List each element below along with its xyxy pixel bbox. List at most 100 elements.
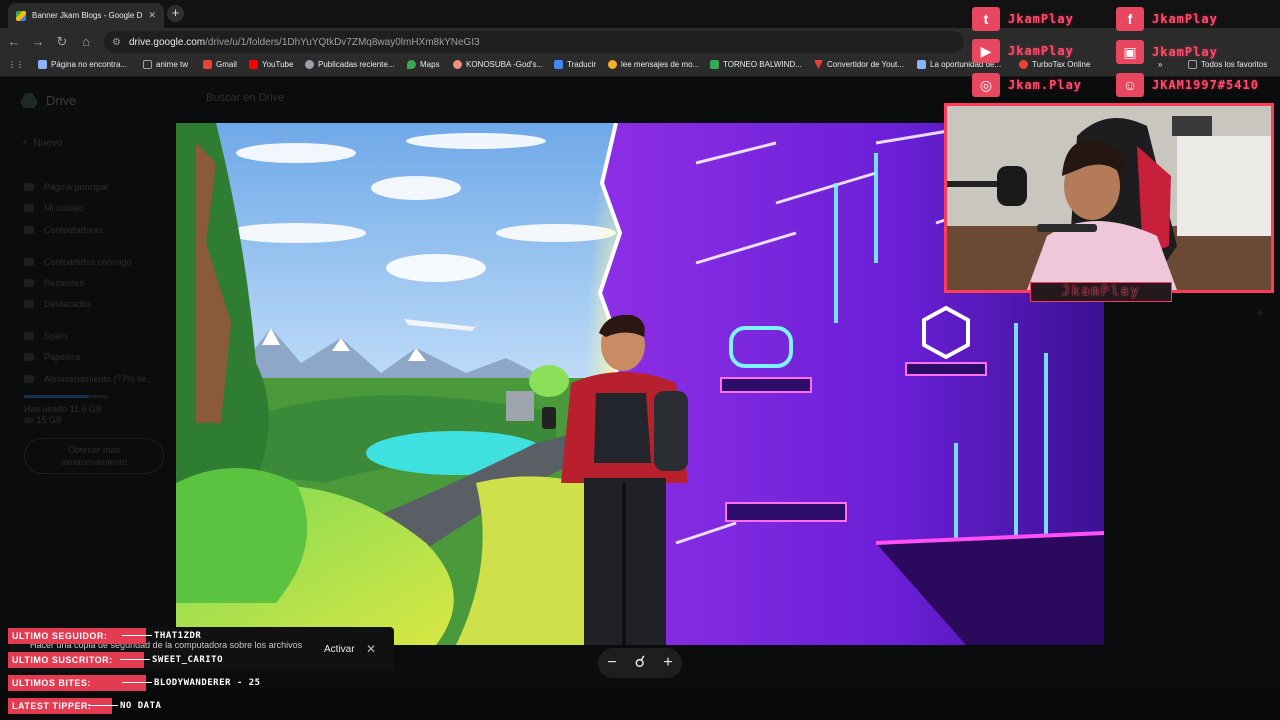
zoom-controls: − ☌ + — [598, 648, 682, 678]
instagram-icon: ◎ — [972, 73, 1000, 97]
bookmark-item[interactable]: Publicadas reciente... — [305, 60, 395, 69]
tab-title: Banner Jkam Blogs - Google Dr — [32, 11, 143, 20]
storage-progress-bar — [24, 395, 108, 398]
sidebar-item-starred[interactable]: Destacados — [24, 299, 92, 309]
sidebar-item-shared[interactable]: Compartidos conmigo — [24, 257, 132, 267]
bookmarks-bar: ⋮⋮ Página no encontra... anime tw Gmail … — [0, 56, 1280, 77]
webcam-feed — [944, 103, 1274, 293]
social-instagram: ◎ Jkam.Play — [972, 73, 1082, 97]
back-arrow-icon[interactable]: ← — [6, 34, 22, 50]
new-button[interactable]: + Nuevo — [22, 138, 92, 156]
apps-grid-icon[interactable]: ⋮⋮ — [8, 60, 24, 69]
drive-logo-icon — [20, 93, 38, 108]
zoom-out-button[interactable]: − — [602, 653, 622, 673]
storage-progress-fill — [24, 395, 89, 398]
bookmark-item[interactable]: Maps — [407, 60, 440, 69]
site-info-icon[interactable]: ⚙ — [112, 37, 121, 48]
social-youtube: ▶ JkamPlay — [972, 39, 1074, 63]
facebook-icon: f — [1116, 7, 1144, 31]
sidebar-item-my-drive[interactable]: Mi unidad — [24, 203, 83, 213]
bookmark-favicon-icon — [917, 60, 926, 69]
forward-arrow-icon[interactable]: → — [30, 34, 46, 50]
clock-icon — [24, 279, 34, 287]
url-bar[interactable]: ⚙ drive.google.com/drive/u/1/folders/1Dh… — [104, 31, 964, 53]
reload-icon[interactable]: ↻ — [54, 34, 70, 50]
tab-close-icon[interactable]: ✕ — [148, 10, 156, 21]
social-handle: JkamPlay — [1008, 44, 1074, 58]
social-handle: JkamPlay — [1152, 45, 1218, 59]
social-handle: Jkam.Play — [1008, 78, 1083, 92]
social-twitch: ▣ JkamPlay — [1116, 40, 1218, 64]
sidebar-item-home[interactable]: Página principal — [24, 182, 108, 192]
zoom-in-button[interactable]: + — [658, 653, 678, 673]
stat-last-subscriber: ULTIMO SUSCRITOR: SWEET_CARITO — [8, 652, 223, 668]
drive-favicon-icon — [16, 10, 26, 21]
bookmark-favicon-icon — [38, 60, 47, 69]
new-tab-button[interactable]: + — [167, 5, 184, 22]
trash-icon — [24, 353, 34, 361]
cloud-icon — [24, 375, 34, 383]
drive-search-input[interactable]: Buscar en Drive — [176, 92, 636, 112]
stats-background — [0, 688, 1280, 720]
storage-usage-text: Has usado 11.6 GB de 15 GB — [24, 404, 102, 425]
url-host: drive.google.com — [128, 36, 206, 48]
sidebar-item-computers[interactable]: Computadoras — [24, 225, 103, 235]
side-panel-add-icon[interactable]: + — [1256, 305, 1264, 320]
drive-icon — [24, 204, 34, 212]
bookmark-item[interactable]: Gmail — [203, 60, 237, 69]
social-handle: JkamPlay — [1008, 12, 1074, 26]
bookmark-item[interactable]: Página no encontra... — [38, 60, 127, 69]
social-twitter: t JkamPlay — [972, 7, 1074, 31]
webcam-video — [947, 106, 1271, 290]
bookmark-item[interactable]: TORNEO BALWIND... — [710, 60, 802, 69]
sidebar-item-recent[interactable]: Recientes — [24, 278, 84, 288]
sidebar-item-trash[interactable]: Papelera — [24, 352, 80, 362]
sidebar-item-storage[interactable]: Almacenamiento (77% lle... — [24, 374, 154, 384]
maps-pin-icon — [407, 60, 416, 69]
folder-icon — [143, 60, 152, 69]
buy-storage-button[interactable]: Obtener más almacenamiento — [24, 438, 164, 474]
gmail-icon — [203, 60, 212, 69]
social-handle: JKAM1997#5410 — [1152, 78, 1259, 92]
address-toolbar: ← → ↻ ⌂ ⚙ drive.google.com/drive/u/1/fol… — [0, 28, 1280, 56]
drive-logo[interactable]: Drive — [20, 93, 76, 108]
stat-last-follower: ULTIMO SEGUIDOR: THAT1ZDR — [8, 628, 201, 644]
people-icon — [24, 258, 34, 266]
zoom-magnifier-icon[interactable]: ☌ — [630, 653, 650, 673]
star-icon — [24, 300, 34, 308]
bookmark-item[interactable]: YouTube — [249, 60, 293, 69]
bookmark-item[interactable]: KONOSUBA -God's... — [453, 60, 543, 69]
youtube-play-icon: ▶ — [972, 39, 1000, 63]
youtube-icon — [249, 60, 258, 69]
browser-tab[interactable]: Banner Jkam Blogs - Google Dr ✕ — [8, 3, 164, 28]
sidebar-item-spam[interactable]: Spam — [24, 331, 68, 341]
bookmark-item[interactable]: lee mensajes de mo... — [608, 60, 699, 69]
home-icon — [24, 183, 34, 191]
home-icon[interactable]: ⌂ — [78, 34, 94, 50]
toast-close-icon[interactable]: ✕ — [366, 642, 376, 656]
bookmark-favicon-icon — [453, 60, 462, 69]
bookmark-favicon-icon — [305, 60, 314, 69]
stat-label: ULTIMOS BITES: — [8, 675, 152, 691]
stat-label: ULTIMO SEGUIDOR: — [8, 628, 152, 644]
computer-icon — [24, 226, 34, 234]
stat-last-bits: ULTIMOS BITES: BLODYWANDERER - 25 — [8, 675, 261, 691]
translate-icon — [554, 60, 563, 69]
stat-value: BLODYWANDERER - 25 — [154, 678, 261, 688]
bookmark-favicon-icon — [608, 60, 617, 69]
spam-icon — [24, 332, 34, 340]
stat-label: LATEST TIPPER: — [8, 698, 118, 714]
stat-value: SWEET_CARITO — [152, 655, 224, 665]
browser-tab-bar: Banner Jkam Blogs - Google Dr ✕ + — [0, 0, 1280, 28]
bookmark-item[interactable]: Traducir — [554, 60, 596, 69]
bookmark-item[interactable]: Convertidor de Yout... — [814, 60, 904, 69]
bookmark-favicon-icon — [710, 60, 719, 69]
stat-latest-tipper: LATEST TIPPER: NO DATA — [8, 698, 161, 714]
bookmark-folder[interactable]: anime tw — [143, 60, 188, 69]
social-handle: JkamPlay — [1152, 12, 1218, 26]
discord-icon: ☺ — [1116, 73, 1144, 97]
webcam-name-tag: JkamPlay — [1030, 282, 1172, 302]
toast-activate-button[interactable]: Activar — [324, 644, 355, 655]
twitch-icon: ▣ — [1116, 40, 1144, 64]
social-facebook: f JkamPlay — [1116, 7, 1218, 31]
